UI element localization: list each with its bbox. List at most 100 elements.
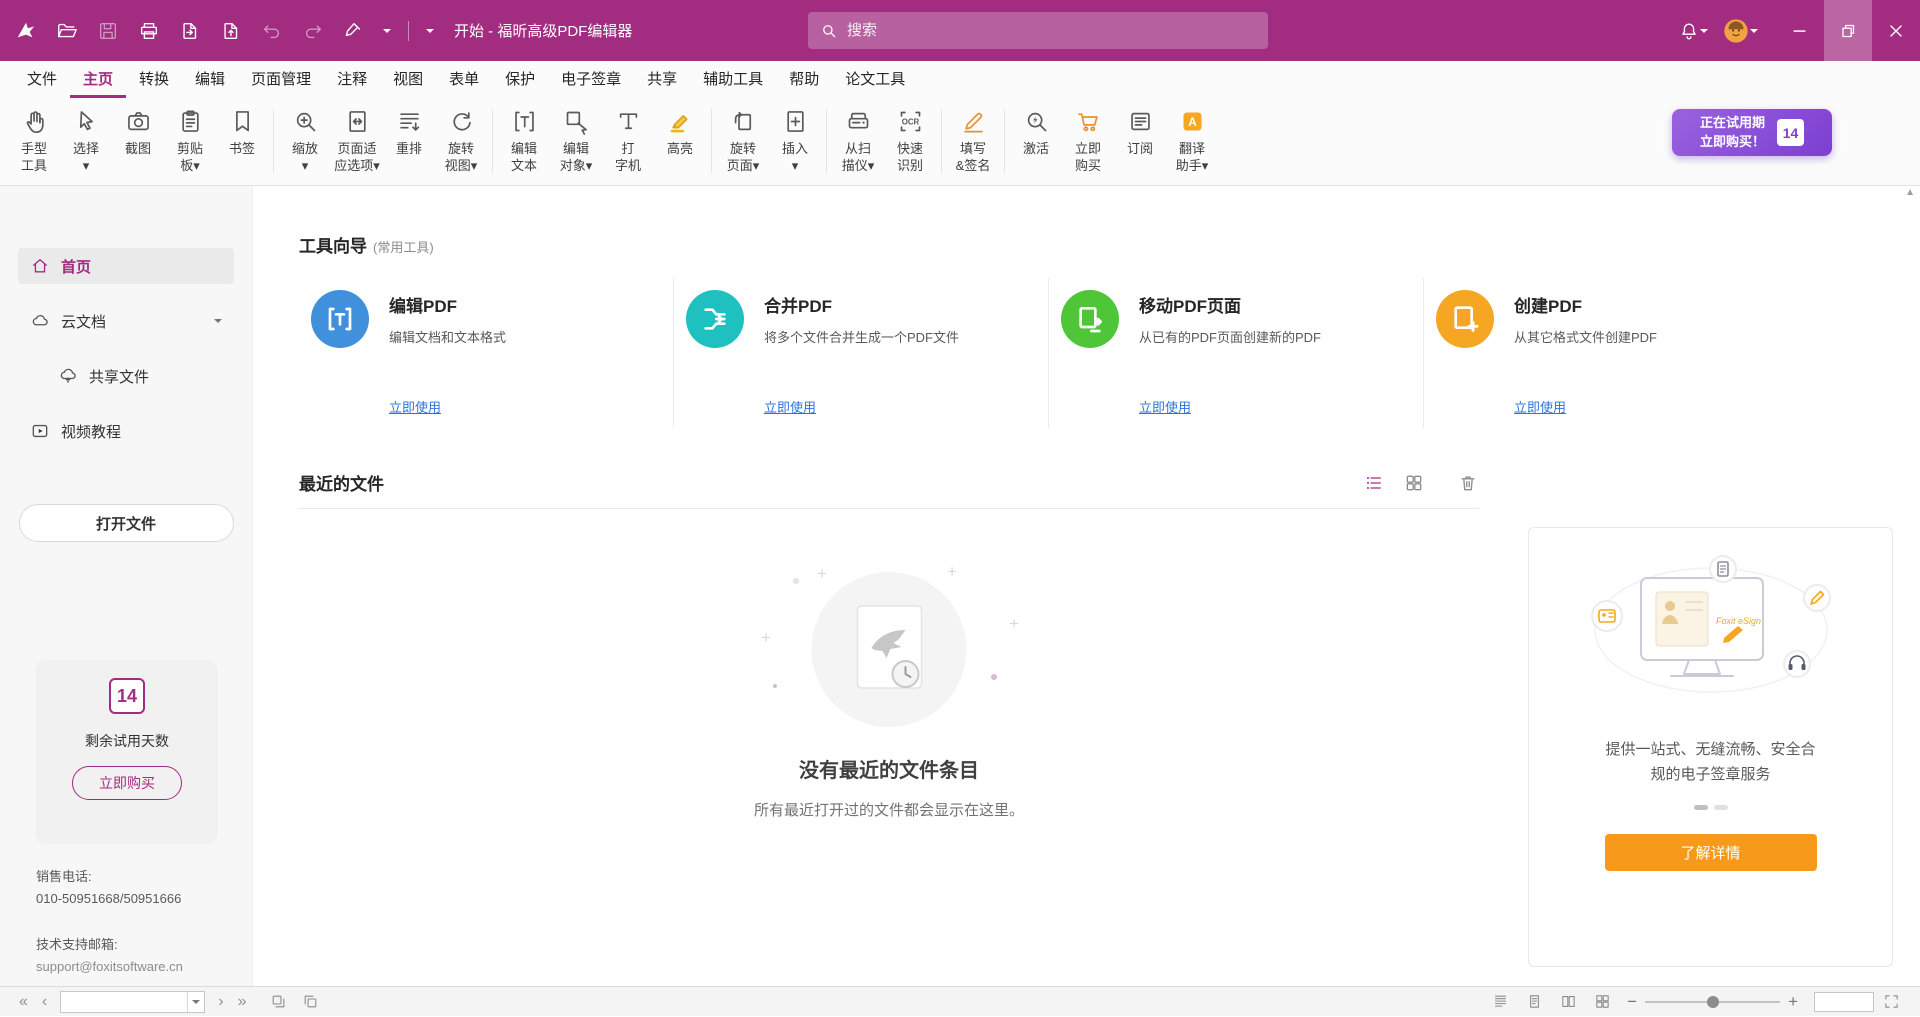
ribbon-clipboard[interactable]: 剪贴 板▾ bbox=[164, 105, 216, 175]
quick-access-caret[interactable] bbox=[426, 29, 434, 37]
sidebar-contact: 销售电话: 010-50951668/50951666 技术支持邮箱: supp… bbox=[36, 866, 183, 1002]
last-page-icon[interactable]: » bbox=[231, 994, 254, 1010]
typewriter-icon bbox=[615, 107, 642, 135]
menu-help[interactable]: 帮助 bbox=[776, 61, 832, 98]
close-button[interactable] bbox=[1872, 0, 1920, 61]
ribbon-reflow[interactable]: 重排 bbox=[383, 105, 435, 158]
sidebar-item-cloud-docs[interactable]: 云文档 bbox=[18, 303, 234, 339]
menu-convert[interactable]: 转换 bbox=[126, 61, 182, 98]
ribbon-zoom[interactable]: 缩放 ▾ bbox=[279, 105, 331, 175]
fullscreen-icon[interactable] bbox=[1880, 991, 1902, 1013]
bell-caret[interactable] bbox=[1700, 29, 1708, 37]
page-layout-continuous-icon[interactable] bbox=[1489, 991, 1511, 1013]
ribbon-rotate-view[interactable]: 旋转 视图▾ bbox=[435, 105, 487, 175]
menu-accessibility[interactable]: 辅助工具 bbox=[690, 61, 776, 98]
carousel-dot[interactable] bbox=[1714, 805, 1728, 810]
zoom-percentage-box[interactable] bbox=[1814, 992, 1874, 1012]
list-view-icon[interactable] bbox=[1363, 472, 1385, 494]
buy-now-button[interactable]: 立即购买 bbox=[72, 766, 182, 800]
search-box[interactable] bbox=[808, 12, 1268, 49]
ribbon-typewriter[interactable]: 打 字机 bbox=[602, 105, 654, 175]
restore-button[interactable] bbox=[1824, 0, 1872, 61]
menu-paper-tools[interactable]: 论文工具 bbox=[832, 61, 918, 98]
page-layout-facing-icon[interactable] bbox=[1557, 991, 1579, 1013]
ribbon-page-fit-options[interactable]: 页面适 应选项▾ bbox=[331, 105, 383, 175]
sign-tool-icon[interactable] bbox=[342, 19, 366, 43]
ribbon-subscribe[interactable]: 订阅 bbox=[1114, 105, 1166, 158]
use-now-link[interactable]: 立即使用 bbox=[1139, 400, 1191, 415]
sign-tool-caret[interactable] bbox=[383, 29, 391, 37]
page-layout-grid-icon[interactable] bbox=[1591, 991, 1613, 1013]
trial-period-badge[interactable]: 正在试用期 立即购买！ 14 bbox=[1672, 109, 1832, 156]
ribbon-highlight[interactable]: 高亮 bbox=[654, 105, 706, 158]
minimize-button[interactable] bbox=[1776, 0, 1824, 61]
menu-home[interactable]: 主页 bbox=[70, 61, 126, 98]
zoom-percentage-input[interactable] bbox=[1815, 993, 1873, 1011]
user-avatar[interactable] bbox=[1722, 17, 1758, 45]
undo-icon[interactable] bbox=[260, 19, 284, 43]
export-doc-icon[interactable] bbox=[219, 19, 243, 43]
menu-file[interactable]: 文件 bbox=[14, 61, 70, 98]
open-file-icon[interactable] bbox=[55, 19, 79, 43]
ribbon-item-label: 插入 ▾ bbox=[782, 141, 808, 175]
next-page-icon[interactable]: › bbox=[211, 994, 230, 1010]
page-layout-single-icon[interactable] bbox=[1523, 991, 1545, 1013]
sidebar-item-shared-files[interactable]: 共享文件 bbox=[18, 358, 234, 394]
notification-bell[interactable] bbox=[1678, 20, 1708, 42]
carousel-dot-active[interactable] bbox=[1694, 805, 1708, 810]
sidebar-item-home[interactable]: 首页 bbox=[18, 248, 234, 284]
use-now-link[interactable]: 立即使用 bbox=[1514, 400, 1566, 415]
ribbon-translate-assistant[interactable]: A 翻译 助手▾ bbox=[1166, 105, 1218, 175]
menu-page-management[interactable]: 页面管理 bbox=[238, 61, 324, 98]
ribbon-from-scanner[interactable]: 从扫 描仪▾ bbox=[832, 105, 884, 175]
redo-icon[interactable] bbox=[301, 19, 325, 43]
sidebar-item-video-tutorials[interactable]: 视频教程 bbox=[18, 413, 234, 449]
menu-view[interactable]: 视图 bbox=[380, 61, 436, 98]
ribbon-edit-object[interactable]: 编辑 对象▾ bbox=[550, 105, 602, 175]
ribbon-snapshot[interactable]: 截图 bbox=[112, 105, 164, 158]
tool-card-merge-pdf: 合并PDF 将多个文件合并生成一个PDF文件 立即使用 bbox=[674, 278, 1049, 428]
use-now-link[interactable]: 立即使用 bbox=[764, 400, 816, 415]
ribbon-bookmark[interactable]: 书签 bbox=[216, 105, 268, 158]
tool-card-title: 创建PDF bbox=[1514, 292, 1779, 317]
support-email-address[interactable]: support@foxitsoftware.cn bbox=[36, 956, 183, 978]
previous-view-icon[interactable] bbox=[267, 991, 289, 1013]
trial-days-remaining: 14 bbox=[109, 678, 145, 714]
scroll-up-arrow[interactable]: ▲ bbox=[1905, 187, 1915, 198]
ribbon-fill-sign[interactable]: 填写 &签名 bbox=[947, 105, 999, 175]
zoom-slider-thumb[interactable] bbox=[1707, 996, 1719, 1008]
ribbon-divider bbox=[492, 109, 493, 173]
zoom-in-icon[interactable]: + bbox=[1780, 992, 1806, 1012]
menu-form[interactable]: 表单 bbox=[436, 61, 492, 98]
save-icon[interactable] bbox=[96, 19, 120, 43]
ribbon-buy-now[interactable]: 立即 购买 bbox=[1062, 105, 1114, 175]
ribbon-rotate-pages[interactable]: 旋转 页面▾ bbox=[717, 105, 769, 175]
menu-esign[interactable]: 电子签章 bbox=[548, 61, 634, 98]
print-icon[interactable] bbox=[137, 19, 161, 43]
zoom-slider[interactable] bbox=[1645, 995, 1780, 1009]
ribbon-edit-text[interactable]: 编辑 文本 bbox=[498, 105, 550, 175]
cloud-docs-caret[interactable] bbox=[214, 319, 222, 327]
learn-more-button[interactable]: 了解详情 bbox=[1605, 834, 1817, 871]
menu-comment[interactable]: 注释 bbox=[324, 61, 380, 98]
first-page-icon[interactable]: « bbox=[12, 994, 35, 1010]
menu-edit[interactable]: 编辑 bbox=[182, 61, 238, 98]
use-now-link[interactable]: 立即使用 bbox=[389, 400, 441, 415]
ribbon-item-label: 从扫 描仪▾ bbox=[842, 141, 875, 175]
clear-recent-icon[interactable] bbox=[1457, 472, 1479, 494]
open-file-button[interactable]: 打开文件 bbox=[19, 504, 234, 542]
avatar-caret[interactable] bbox=[1750, 29, 1758, 37]
next-view-icon[interactable] bbox=[299, 991, 321, 1013]
ribbon-hand-tool[interactable]: 手型 工具 bbox=[8, 105, 60, 175]
menu-share[interactable]: 共享 bbox=[634, 61, 690, 98]
menu-protect[interactable]: 保护 bbox=[492, 61, 548, 98]
zoom-out-icon[interactable]: − bbox=[1619, 992, 1645, 1012]
page-number-caret[interactable] bbox=[187, 992, 204, 1012]
ribbon-insert-pages[interactable]: 插入 ▾ bbox=[769, 105, 821, 175]
share-doc-icon[interactable] bbox=[178, 19, 202, 43]
ribbon-activate[interactable]: 激活 bbox=[1010, 105, 1062, 158]
grid-view-icon[interactable] bbox=[1403, 472, 1425, 494]
search-input[interactable] bbox=[847, 22, 1256, 39]
ribbon-quick-ocr[interactable]: OCR 快速 识别 bbox=[884, 105, 936, 175]
ribbon-select-tool[interactable]: 选择 ▾ bbox=[60, 105, 112, 175]
